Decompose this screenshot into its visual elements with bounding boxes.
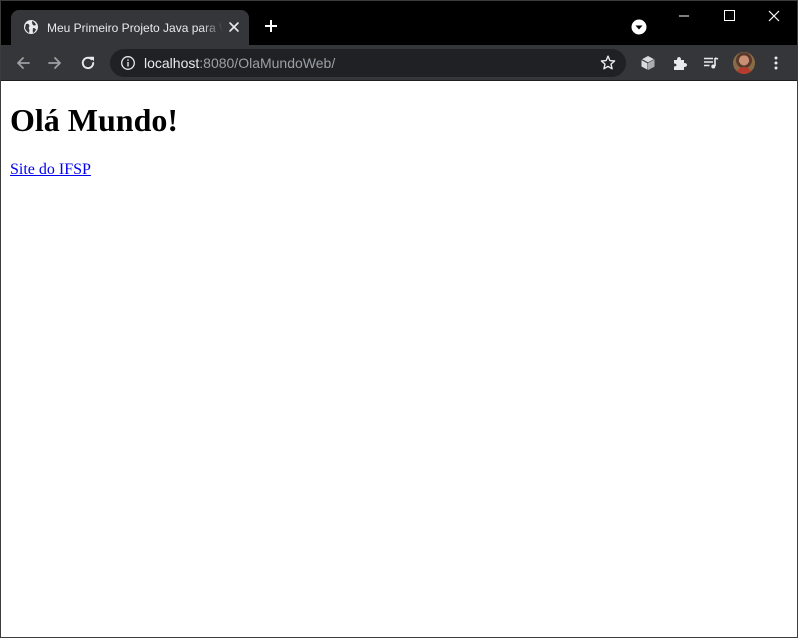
address-bar[interactable]: localhost:8080/OlaMundoWeb/ (110, 49, 626, 77)
media-queue-icon[interactable] (702, 54, 720, 72)
browser-window: Meu Primeiro Projeto Java para Web (0, 0, 798, 638)
url-text[interactable]: localhost:8080/OlaMundoWeb/ (144, 54, 335, 72)
globe-icon (24, 20, 38, 34)
maximize-icon[interactable] (707, 1, 753, 31)
minimize-icon[interactable] (661, 1, 707, 31)
page-viewport: Olá Mundo! Site do IFSP (1, 82, 797, 637)
browser-tab-active[interactable]: Meu Primeiro Projeto Java para Web (11, 10, 249, 45)
star-icon[interactable] (599, 54, 617, 72)
close-icon[interactable] (751, 1, 797, 31)
page-title: Olá Mundo! (10, 102, 179, 138)
info-icon[interactable] (120, 55, 136, 71)
plus-icon[interactable] (263, 18, 279, 34)
browser-toolbar: localhost:8080/OlaMundoWeb/ (1, 45, 797, 81)
arrow-left-icon[interactable] (14, 54, 32, 72)
puzzle-icon[interactable] (671, 54, 689, 72)
arrow-right-icon[interactable] (46, 54, 64, 72)
kebab-icon[interactable] (767, 54, 785, 72)
reload-icon[interactable] (79, 54, 97, 72)
tab-title: Meu Primeiro Projeto Java para Web (47, 21, 223, 35)
tab-strip: Meu Primeiro Projeto Java para Web (1, 1, 797, 45)
url-path: :8080/OlaMundoWeb/ (199, 55, 336, 71)
url-host: localhost (144, 55, 200, 71)
ifsp-site-link[interactable]: Site do IFSP (10, 160, 91, 179)
avatar[interactable] (733, 52, 755, 74)
cube-icon[interactable] (639, 54, 657, 72)
chevron-down-icon[interactable] (631, 19, 647, 35)
close-icon[interactable] (227, 20, 241, 34)
